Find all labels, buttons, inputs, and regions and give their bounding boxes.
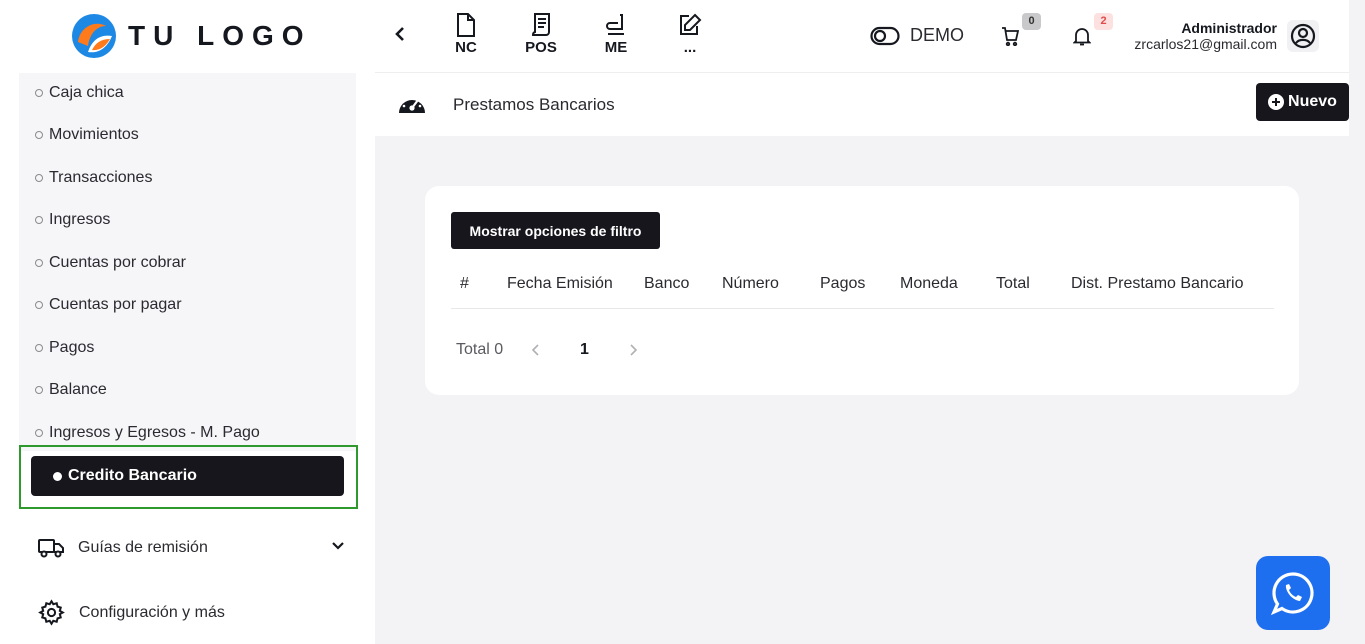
- column-header: #: [460, 275, 469, 292]
- demo-toggle[interactable]: DEMO: [870, 25, 964, 46]
- user-email: zrcarlos21@gmail.com: [1134, 36, 1277, 52]
- circle-icon: [35, 259, 43, 267]
- cart-button[interactable]: 0: [1001, 13, 1041, 51]
- filter-options-button[interactable]: Mostrar opciones de filtro: [451, 212, 660, 249]
- circle-icon: [35, 301, 43, 309]
- column-header: Fecha Emisión: [507, 275, 613, 292]
- circle-icon: [35, 89, 43, 97]
- chevron-down-icon: [332, 542, 344, 550]
- edit-icon: [680, 13, 702, 35]
- quick-link-nc[interactable]: NC: [446, 12, 486, 56]
- logo[interactable]: TU LOGO: [70, 10, 312, 62]
- dashboard-gauge-icon: [399, 96, 425, 113]
- sidebar-item-caja-chica[interactable]: Caja chica: [35, 84, 124, 102]
- toggle-icon: [870, 26, 900, 45]
- sidebar-item-label: Credito Bancario: [68, 467, 197, 484]
- quick-link-me[interactable]: ME: [596, 12, 636, 56]
- quick-link-more[interactable]: ...: [670, 12, 710, 56]
- sidebar-item-label: Pagos: [49, 339, 95, 356]
- notification-count-badge: 2: [1094, 13, 1113, 30]
- column-header: Dist. Prestamo Bancario: [1071, 275, 1244, 292]
- sidebar-item-label: Ingresos: [49, 211, 111, 228]
- sidebar-item-label: Caja chica: [49, 84, 124, 101]
- sidebar-item-cuentas-por-pagar[interactable]: Cuentas por pagar: [35, 296, 182, 314]
- sidebar-item-transacciones[interactable]: Transacciones: [35, 169, 152, 187]
- chevron-left-icon: [395, 27, 404, 41]
- sidebar-item-movimientos[interactable]: Movimientos: [35, 126, 139, 144]
- user-name: Administrador: [1181, 20, 1277, 36]
- plus-circle-icon: [1268, 94, 1285, 110]
- circle-icon: [35, 429, 43, 437]
- chevron-left-icon[interactable]: [531, 343, 541, 357]
- column-header: Total: [996, 275, 1030, 292]
- truck-icon: [38, 539, 64, 558]
- sidebar-item-label: Transacciones: [49, 169, 153, 186]
- quick-link-label: NC: [455, 39, 477, 56]
- cart-count-badge: 0: [1022, 13, 1041, 30]
- chevron-right-icon[interactable]: [628, 343, 638, 357]
- notifications-button[interactable]: 2: [1072, 13, 1113, 51]
- sidebar-menu-guias[interactable]: Guías de remisión: [38, 537, 348, 559]
- pagination-total: Total 0: [456, 341, 504, 358]
- sidebar: TU LOGO Caja chica Movimientos Transacci…: [0, 0, 375, 644]
- sidebar-item-ingresos-egresos[interactable]: Ingresos y Egresos - M. Pago: [35, 424, 260, 442]
- circle-icon: [35, 174, 43, 182]
- sidebar-item-label: Cuentas por cobrar: [49, 254, 186, 271]
- sidebar-menu-label: Guías de remisión: [78, 539, 208, 556]
- pagination-page[interactable]: 1: [580, 341, 589, 359]
- sidebar-item-cuentas-por-cobrar[interactable]: Cuentas por cobrar: [35, 254, 186, 272]
- sidebar-menu-label: Configuración y más: [79, 603, 225, 621]
- sidebar-item-ingresos[interactable]: Ingresos: [35, 211, 110, 229]
- column-header: Pagos: [820, 275, 866, 292]
- quick-link-label: POS: [525, 39, 557, 56]
- column-header: Número: [722, 275, 779, 292]
- sidebar-item-label: Cuentas por pagar: [49, 296, 182, 313]
- circle-icon: [35, 131, 43, 139]
- logo-icon: [72, 14, 116, 58]
- new-button[interactable]: Nuevo: [1256, 83, 1349, 121]
- whatsapp-icon: [1270, 572, 1314, 616]
- document-icon: [457, 13, 475, 37]
- sidebar-item-label: Balance: [49, 381, 107, 398]
- quick-link-label: ME: [604, 39, 628, 56]
- new-button-label: Nuevo: [1288, 93, 1337, 110]
- user-info[interactable]: Administrador zrcarlos21@gmail.com: [1134, 20, 1277, 52]
- sidebar-menu-configuracion[interactable]: Configuración y más: [38, 599, 225, 626]
- scrollbar[interactable]: [1349, 0, 1365, 644]
- avatar[interactable]: [1287, 20, 1319, 52]
- demo-label: DEMO: [910, 25, 964, 45]
- column-header: Banco: [644, 275, 690, 292]
- sidebar-item-balance[interactable]: Balance: [35, 381, 107, 399]
- sidebar-item-pagos[interactable]: Pagos: [35, 339, 94, 357]
- circle-icon: [35, 344, 43, 352]
- bell-icon: [1072, 28, 1092, 46]
- sidebar-item-label: Movimientos: [49, 126, 139, 143]
- sidebar-item-credito-bancario[interactable]: Credito Bancario: [31, 456, 344, 496]
- whatsapp-button[interactable]: [1256, 556, 1330, 630]
- sidebar-item-label: Ingresos y Egresos - M. Pago: [49, 424, 260, 441]
- cart-icon: [1002, 27, 1020, 47]
- receipt-icon: [532, 13, 550, 36]
- table-divider: [451, 308, 1274, 309]
- quick-link-pos[interactable]: POS: [521, 12, 561, 56]
- filled-circle-icon: [53, 471, 62, 481]
- collapse-sidebar-button[interactable]: [393, 22, 407, 51]
- logo-text: TU LOGO: [128, 20, 312, 51]
- circle-icon: [35, 386, 43, 394]
- top-header: NC POS ME ... DEMO 0 2 Administrador zrc…: [375, 0, 1349, 73]
- page-title: Prestamos Bancarios: [453, 95, 615, 114]
- quick-link-label: ...: [683, 39, 697, 56]
- user-circle-icon: [1290, 23, 1316, 49]
- column-header: Moneda: [900, 275, 958, 292]
- page-title-bar: Prestamos Bancarios Nuevo: [375, 73, 1349, 136]
- circle-icon: [35, 216, 43, 224]
- seat-icon: [606, 14, 624, 35]
- data-card: Mostrar opciones de filtro # Fecha Emisi…: [425, 186, 1299, 395]
- gear-icon: [38, 599, 65, 626]
